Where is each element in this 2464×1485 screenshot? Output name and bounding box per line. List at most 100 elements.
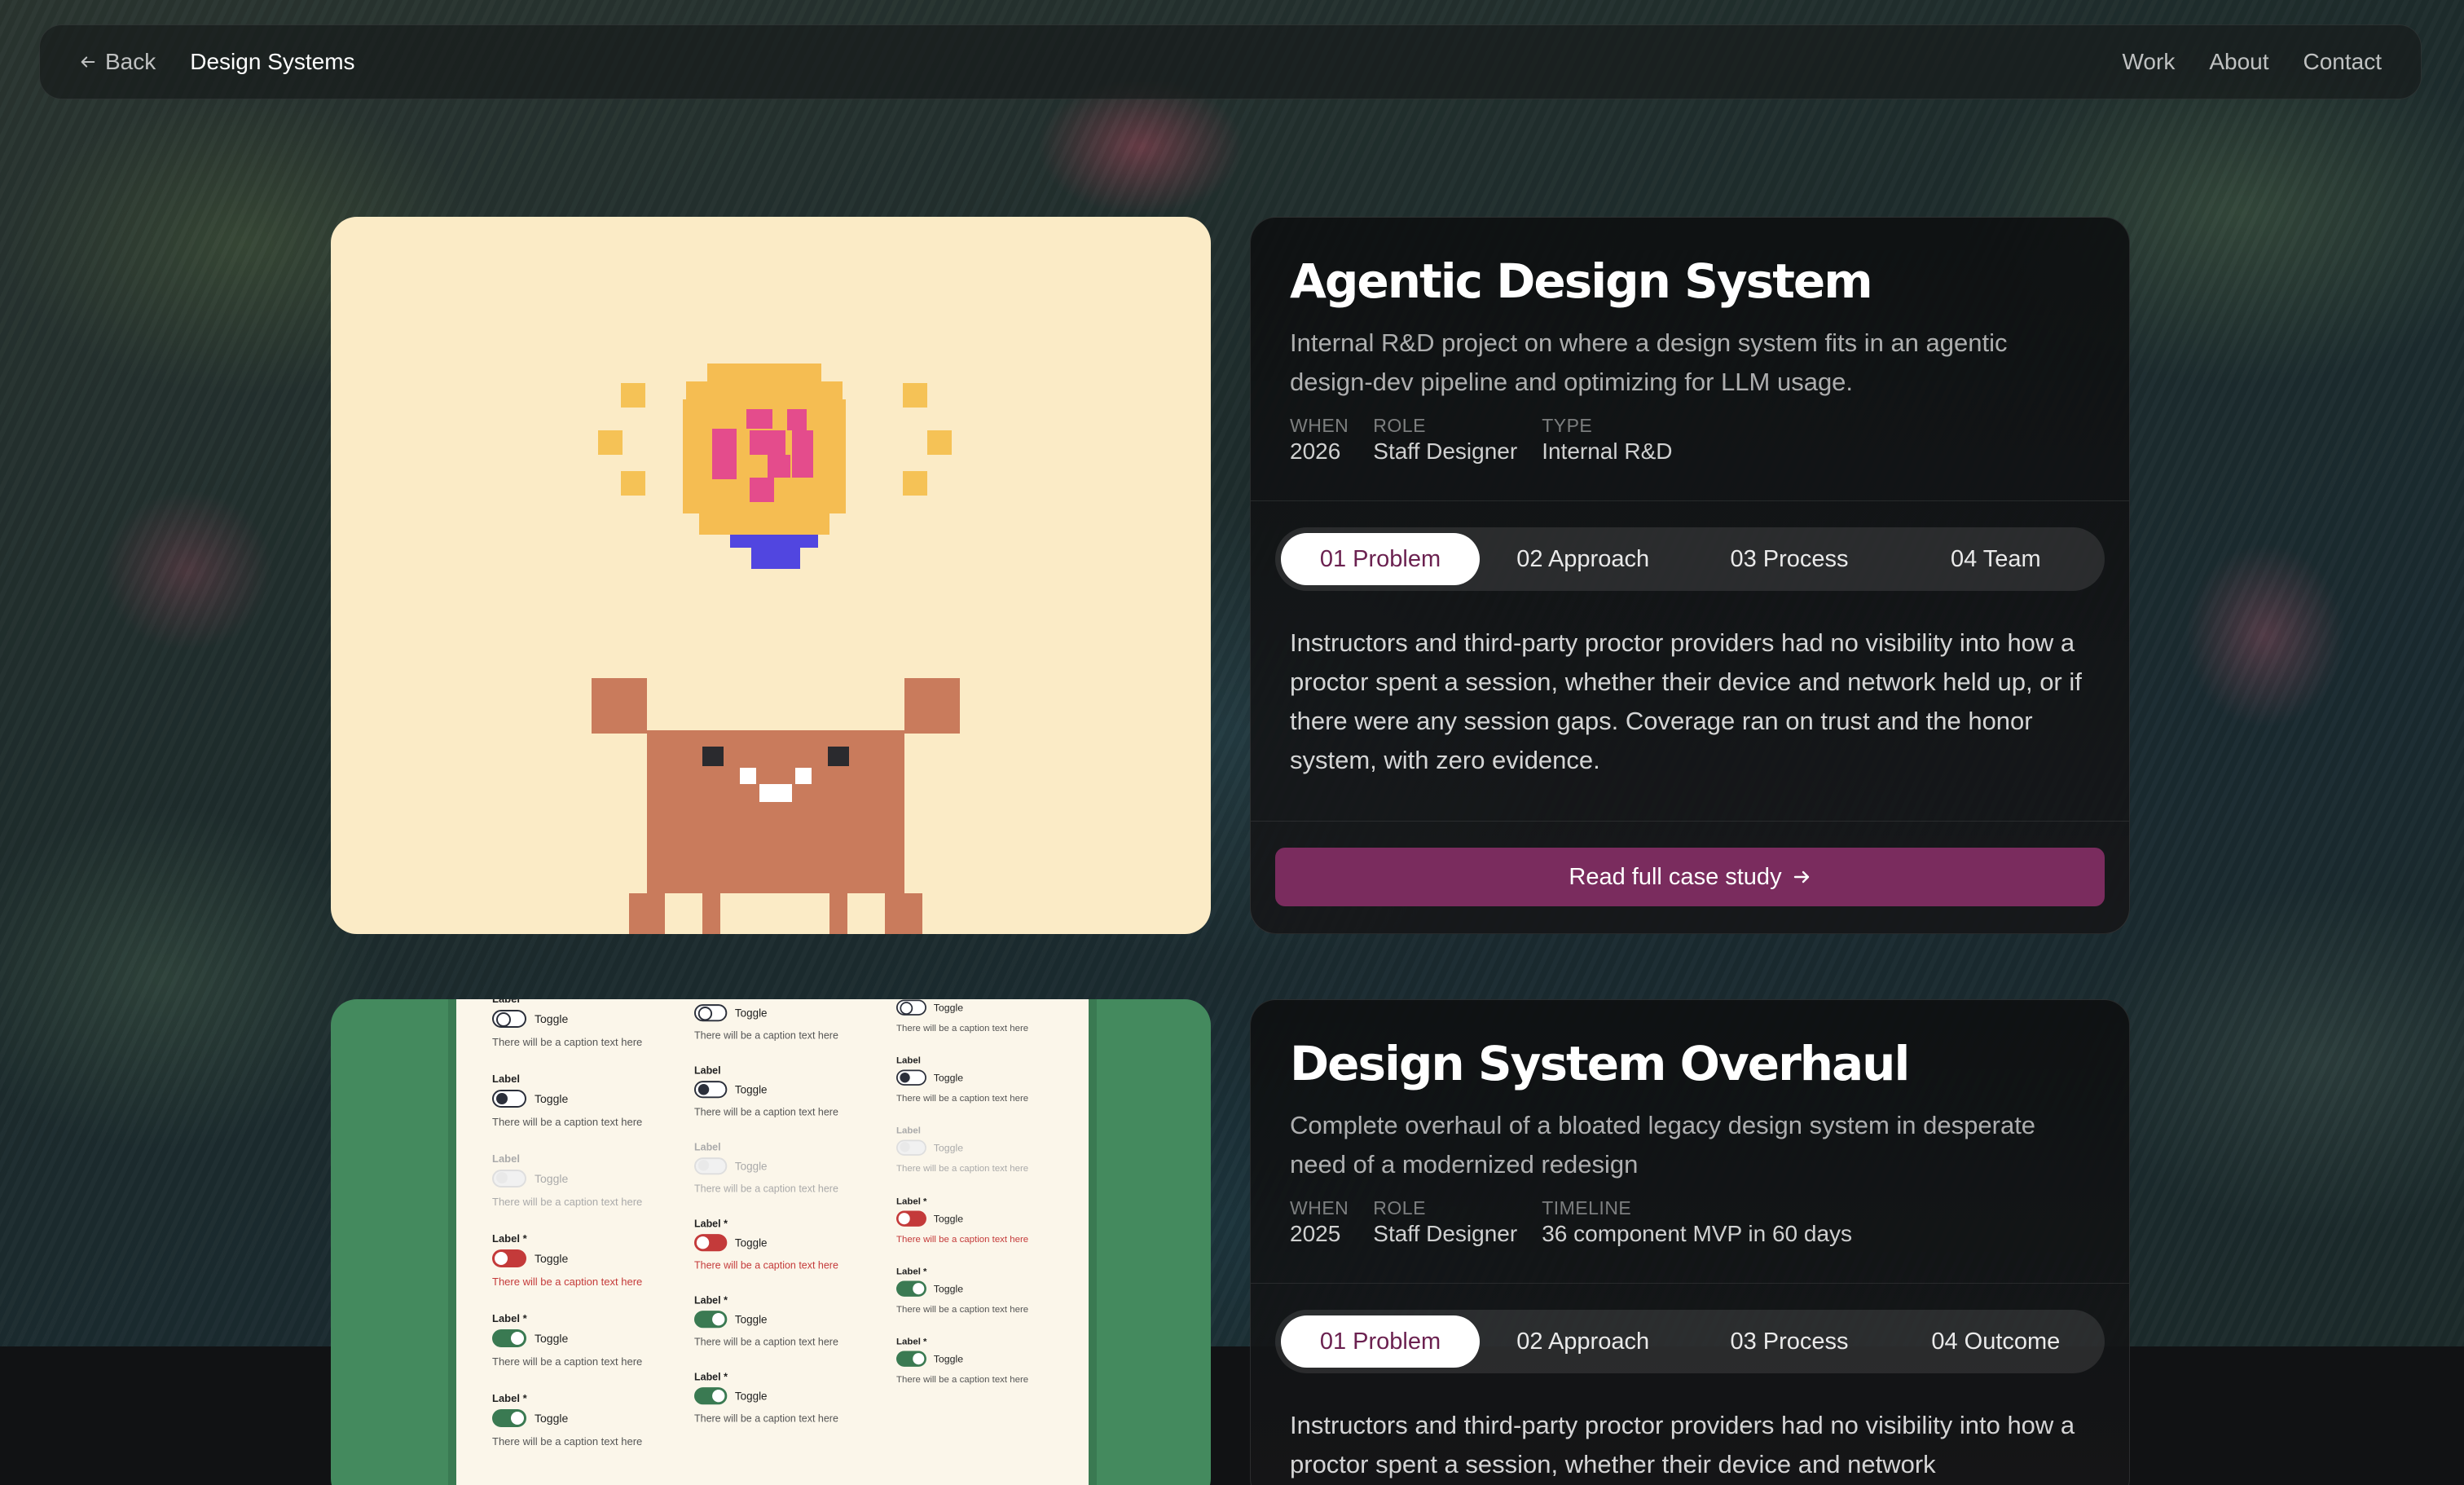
project-description: Complete overhaul of a bloated legacy de… bbox=[1290, 1111, 2036, 1179]
toggle-switch bbox=[896, 1139, 926, 1157]
toggle-switch bbox=[694, 1234, 728, 1252]
toggle-caption: There will be a caption text here bbox=[492, 1116, 643, 1128]
toggle-example: Label Toggle There will be a caption text … bbox=[694, 1064, 838, 1117]
toggle-caption: There will be a caption text here bbox=[694, 1412, 838, 1425]
toggle-caption: There will be a caption text here bbox=[694, 1105, 838, 1118]
toggle-text: Toggle bbox=[734, 1007, 768, 1020]
toggle-label: Label bbox=[896, 1055, 921, 1066]
card-footer: Read full case study bbox=[1251, 821, 2129, 933]
toggle-text: Toggle bbox=[535, 1252, 569, 1265]
toggle-example: Label Toggle There will be a caption text … bbox=[492, 1152, 642, 1208]
tab-process[interactable]: 03 Process bbox=[1686, 533, 1892, 585]
toggle-switch bbox=[694, 1311, 728, 1329]
toggle-text: Toggle bbox=[933, 1283, 964, 1295]
toggle-text: Toggle bbox=[535, 1172, 569, 1185]
toggle-label: Label bbox=[492, 1073, 520, 1085]
pixel-art-illustration bbox=[592, 364, 960, 934]
section-tabs: 01 Problem 02 Approach 03 Process 04 Tea… bbox=[1275, 527, 2105, 591]
toggle-example: Label *ToggleThere will be a caption tex… bbox=[694, 999, 838, 1041]
toggle-caption: There will be a caption text here bbox=[492, 1435, 643, 1448]
toggle-caption: There will be a caption text here bbox=[896, 1303, 1029, 1315]
toggle-label: Label * bbox=[492, 999, 642, 1005]
toggle-documentation-image: Label * Toggle There will be a caption tex… bbox=[448, 999, 1097, 1485]
tab-content: Instructors and third-party proctor prov… bbox=[1290, 628, 2082, 774]
meta-value: 2026 bbox=[1290, 438, 1341, 464]
toggle-switch bbox=[492, 1090, 526, 1108]
tab-outcome[interactable]: 04 Outcome bbox=[1893, 1315, 2099, 1368]
toggle-caption: There will be a caption text here bbox=[694, 1259, 838, 1271]
toggle-row: Toggle bbox=[492, 1249, 642, 1267]
toggle-caption: There will be a caption text here bbox=[492, 1036, 643, 1048]
toggle-switch bbox=[694, 1157, 728, 1175]
toggle-switch bbox=[492, 1249, 526, 1267]
toggle-label: Label bbox=[694, 1064, 721, 1077]
meta-role: ROLE Staff Designer bbox=[1373, 1197, 1517, 1247]
project-card: Agentic Design System Internal R&D proje… bbox=[1250, 217, 2130, 934]
toggle-switch bbox=[694, 1004, 728, 1022]
meta-key: WHEN bbox=[1290, 415, 1349, 436]
meta-timeline: TIMELINE 36 component MVP in 60 days bbox=[1542, 1197, 1852, 1247]
toggle-text: Toggle bbox=[734, 1313, 768, 1326]
toggle-example: Label *ToggleThere will be a caption tex… bbox=[694, 1218, 838, 1271]
toggle-example: Label *ToggleThere will be a caption tex… bbox=[492, 1392, 642, 1448]
toggle-label: Label * bbox=[492, 1232, 527, 1245]
toggle-text: Toggle bbox=[734, 1083, 768, 1096]
tab-process[interactable]: 03 Process bbox=[1686, 1315, 1892, 1368]
toggle-switch bbox=[492, 1010, 526, 1028]
page-title: Design Systems bbox=[190, 49, 355, 74]
toggle-label: Label bbox=[896, 1125, 921, 1136]
card-header: Agentic Design System Internal R&D proje… bbox=[1251, 218, 2129, 501]
toggle-switch bbox=[896, 1210, 926, 1227]
toggle-example: Label *ToggleThere will be a caption tex… bbox=[694, 1294, 838, 1348]
meta-when: WHEN 2026 bbox=[1290, 415, 1349, 465]
toggle-label: Label * bbox=[896, 1195, 927, 1206]
tab-approach[interactable]: 02 Approach bbox=[1480, 533, 1686, 585]
toggle-row: Toggle bbox=[492, 1010, 642, 1028]
toggle-row: Toggle bbox=[492, 1090, 642, 1108]
tab-approach[interactable]: 02 Approach bbox=[1480, 1315, 1686, 1368]
back-label: Back bbox=[105, 49, 156, 74]
project-description: Internal R&D project on where a design s… bbox=[1290, 328, 2008, 396]
nav-links: Work About Contact bbox=[2123, 49, 2383, 75]
meta-key: ROLE bbox=[1373, 1197, 1426, 1218]
toggle-example: Label * Toggle There will be a caption tex… bbox=[492, 1232, 642, 1288]
toggle-row: Toggle bbox=[694, 1004, 838, 1022]
meta-role: ROLE Staff Designer bbox=[1373, 415, 1517, 465]
toggle-row: Toggle bbox=[492, 1329, 642, 1347]
toggle-switch bbox=[694, 1387, 728, 1405]
tab-problem[interactable]: 01 Problem bbox=[1281, 1315, 1480, 1368]
toggle-example: Label Toggle There will be a caption text … bbox=[896, 1055, 1028, 1104]
meta-value: Staff Designer bbox=[1373, 438, 1518, 464]
project-meta: WHEN 2026 ROLE Staff Designer TYPE Inter… bbox=[1290, 415, 2090, 465]
toggle-caption: There will be a caption text here bbox=[896, 1092, 1029, 1104]
toggle-text: Toggle bbox=[933, 1002, 964, 1014]
nav-link-contact[interactable]: Contact bbox=[2303, 49, 2383, 75]
meta-key: TYPE bbox=[1542, 415, 1593, 436]
toggle-caption: There will be a caption text here bbox=[492, 1276, 643, 1288]
nav-link-work[interactable]: Work bbox=[2123, 49, 2176, 75]
toggle-row: Toggle bbox=[896, 999, 1028, 1016]
toggle-example: Label *ToggleThere will be a caption tex… bbox=[896, 1266, 1028, 1315]
toggle-label: Label bbox=[694, 1141, 721, 1153]
toggle-caption: There will be a caption text here bbox=[694, 1336, 838, 1348]
toggle-caption: There will be a caption text here bbox=[492, 1196, 643, 1208]
toggle-label: Label * bbox=[694, 1218, 728, 1230]
toggle-switch bbox=[694, 1081, 728, 1099]
toggle-example: Label Toggle There will be a caption text … bbox=[492, 1073, 642, 1128]
tab-problem[interactable]: 01 Problem bbox=[1281, 533, 1480, 585]
nav-link-about[interactable]: About bbox=[2209, 49, 2268, 75]
toggle-text: Toggle bbox=[933, 1072, 964, 1084]
toggle-caption: There will be a caption text here bbox=[896, 1022, 1029, 1033]
toggle-label: Label * bbox=[492, 1312, 527, 1324]
project-card: Design System Overhaul Complete overhaul… bbox=[1250, 999, 2130, 1485]
toggle-switch bbox=[896, 1069, 926, 1086]
toggle-text: Toggle bbox=[933, 1212, 964, 1224]
toggle-switch bbox=[896, 1280, 926, 1297]
read-case-study-button[interactable]: Read full case study bbox=[1275, 848, 2105, 906]
toggle-example: Label Toggle There will be a caption text … bbox=[896, 1125, 1028, 1174]
toggle-label: Label * bbox=[694, 1371, 728, 1383]
back-link[interactable]: Back bbox=[79, 49, 156, 75]
toggle-text: Toggle bbox=[535, 1332, 569, 1345]
tab-team[interactable]: 04 Team bbox=[1893, 533, 2099, 585]
toggle-text: Toggle bbox=[535, 1412, 569, 1425]
